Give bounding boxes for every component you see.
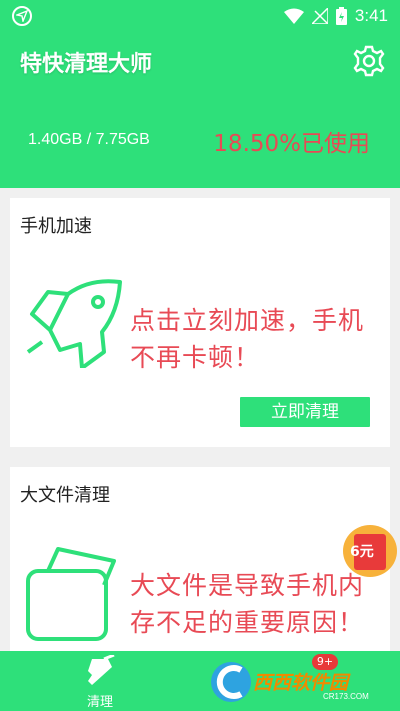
broom-icon	[88, 653, 115, 685]
settings-button[interactable]	[352, 44, 386, 78]
large-file-card[interactable]: 大文件清理 大文件是导致手机内存不足的重要原因！	[10, 467, 390, 667]
watermark-sub: CR173.COM	[323, 692, 369, 701]
watermark-text: 西西软件园	[253, 672, 349, 694]
notification-badge: 9+	[312, 654, 338, 670]
battery-icon	[335, 7, 347, 25]
no-signal-icon	[311, 8, 328, 24]
folder-icon	[26, 547, 116, 641]
rocket-icon	[26, 279, 122, 368]
wifi-icon	[283, 8, 304, 24]
usage-percentage: 18.50%已使用	[213, 131, 370, 157]
clean-now-button[interactable]: 立即清理	[240, 397, 370, 427]
large-file-message: 大文件是导致手机内存不足的重要原因！	[130, 571, 365, 637]
nav-label-clean: 清理	[86, 695, 113, 710]
card-title: 手机加速	[20, 216, 92, 237]
watermark-logo	[211, 662, 251, 702]
header: 特快清理大师 1.40GB / 7.75GB 18.50%已使用	[0, 32, 400, 188]
card-title: 大文件清理	[20, 485, 110, 506]
gear-icon	[353, 45, 385, 77]
status-bar: 3:41	[0, 0, 400, 32]
watermark: 西西软件园 CR173.COM	[205, 656, 400, 711]
speed-up-message: 点击立刻加速，手机不再卡顿！	[130, 306, 365, 372]
speed-up-card[interactable]: 手机加速 点击立刻加速，手机不再卡顿！ 立即清理	[10, 198, 390, 447]
navigation-arrow-icon	[12, 6, 32, 26]
nav-item-clean[interactable]: 清理	[78, 653, 122, 710]
storage-info: 1.40GB / 7.75GB	[28, 131, 150, 148]
app-title: 特快清理大师	[20, 52, 153, 77]
status-time: 3:41	[354, 6, 388, 25]
red-packet-label: 6元	[350, 544, 374, 560]
red-packet-icon[interactable]: 6元	[343, 525, 397, 577]
